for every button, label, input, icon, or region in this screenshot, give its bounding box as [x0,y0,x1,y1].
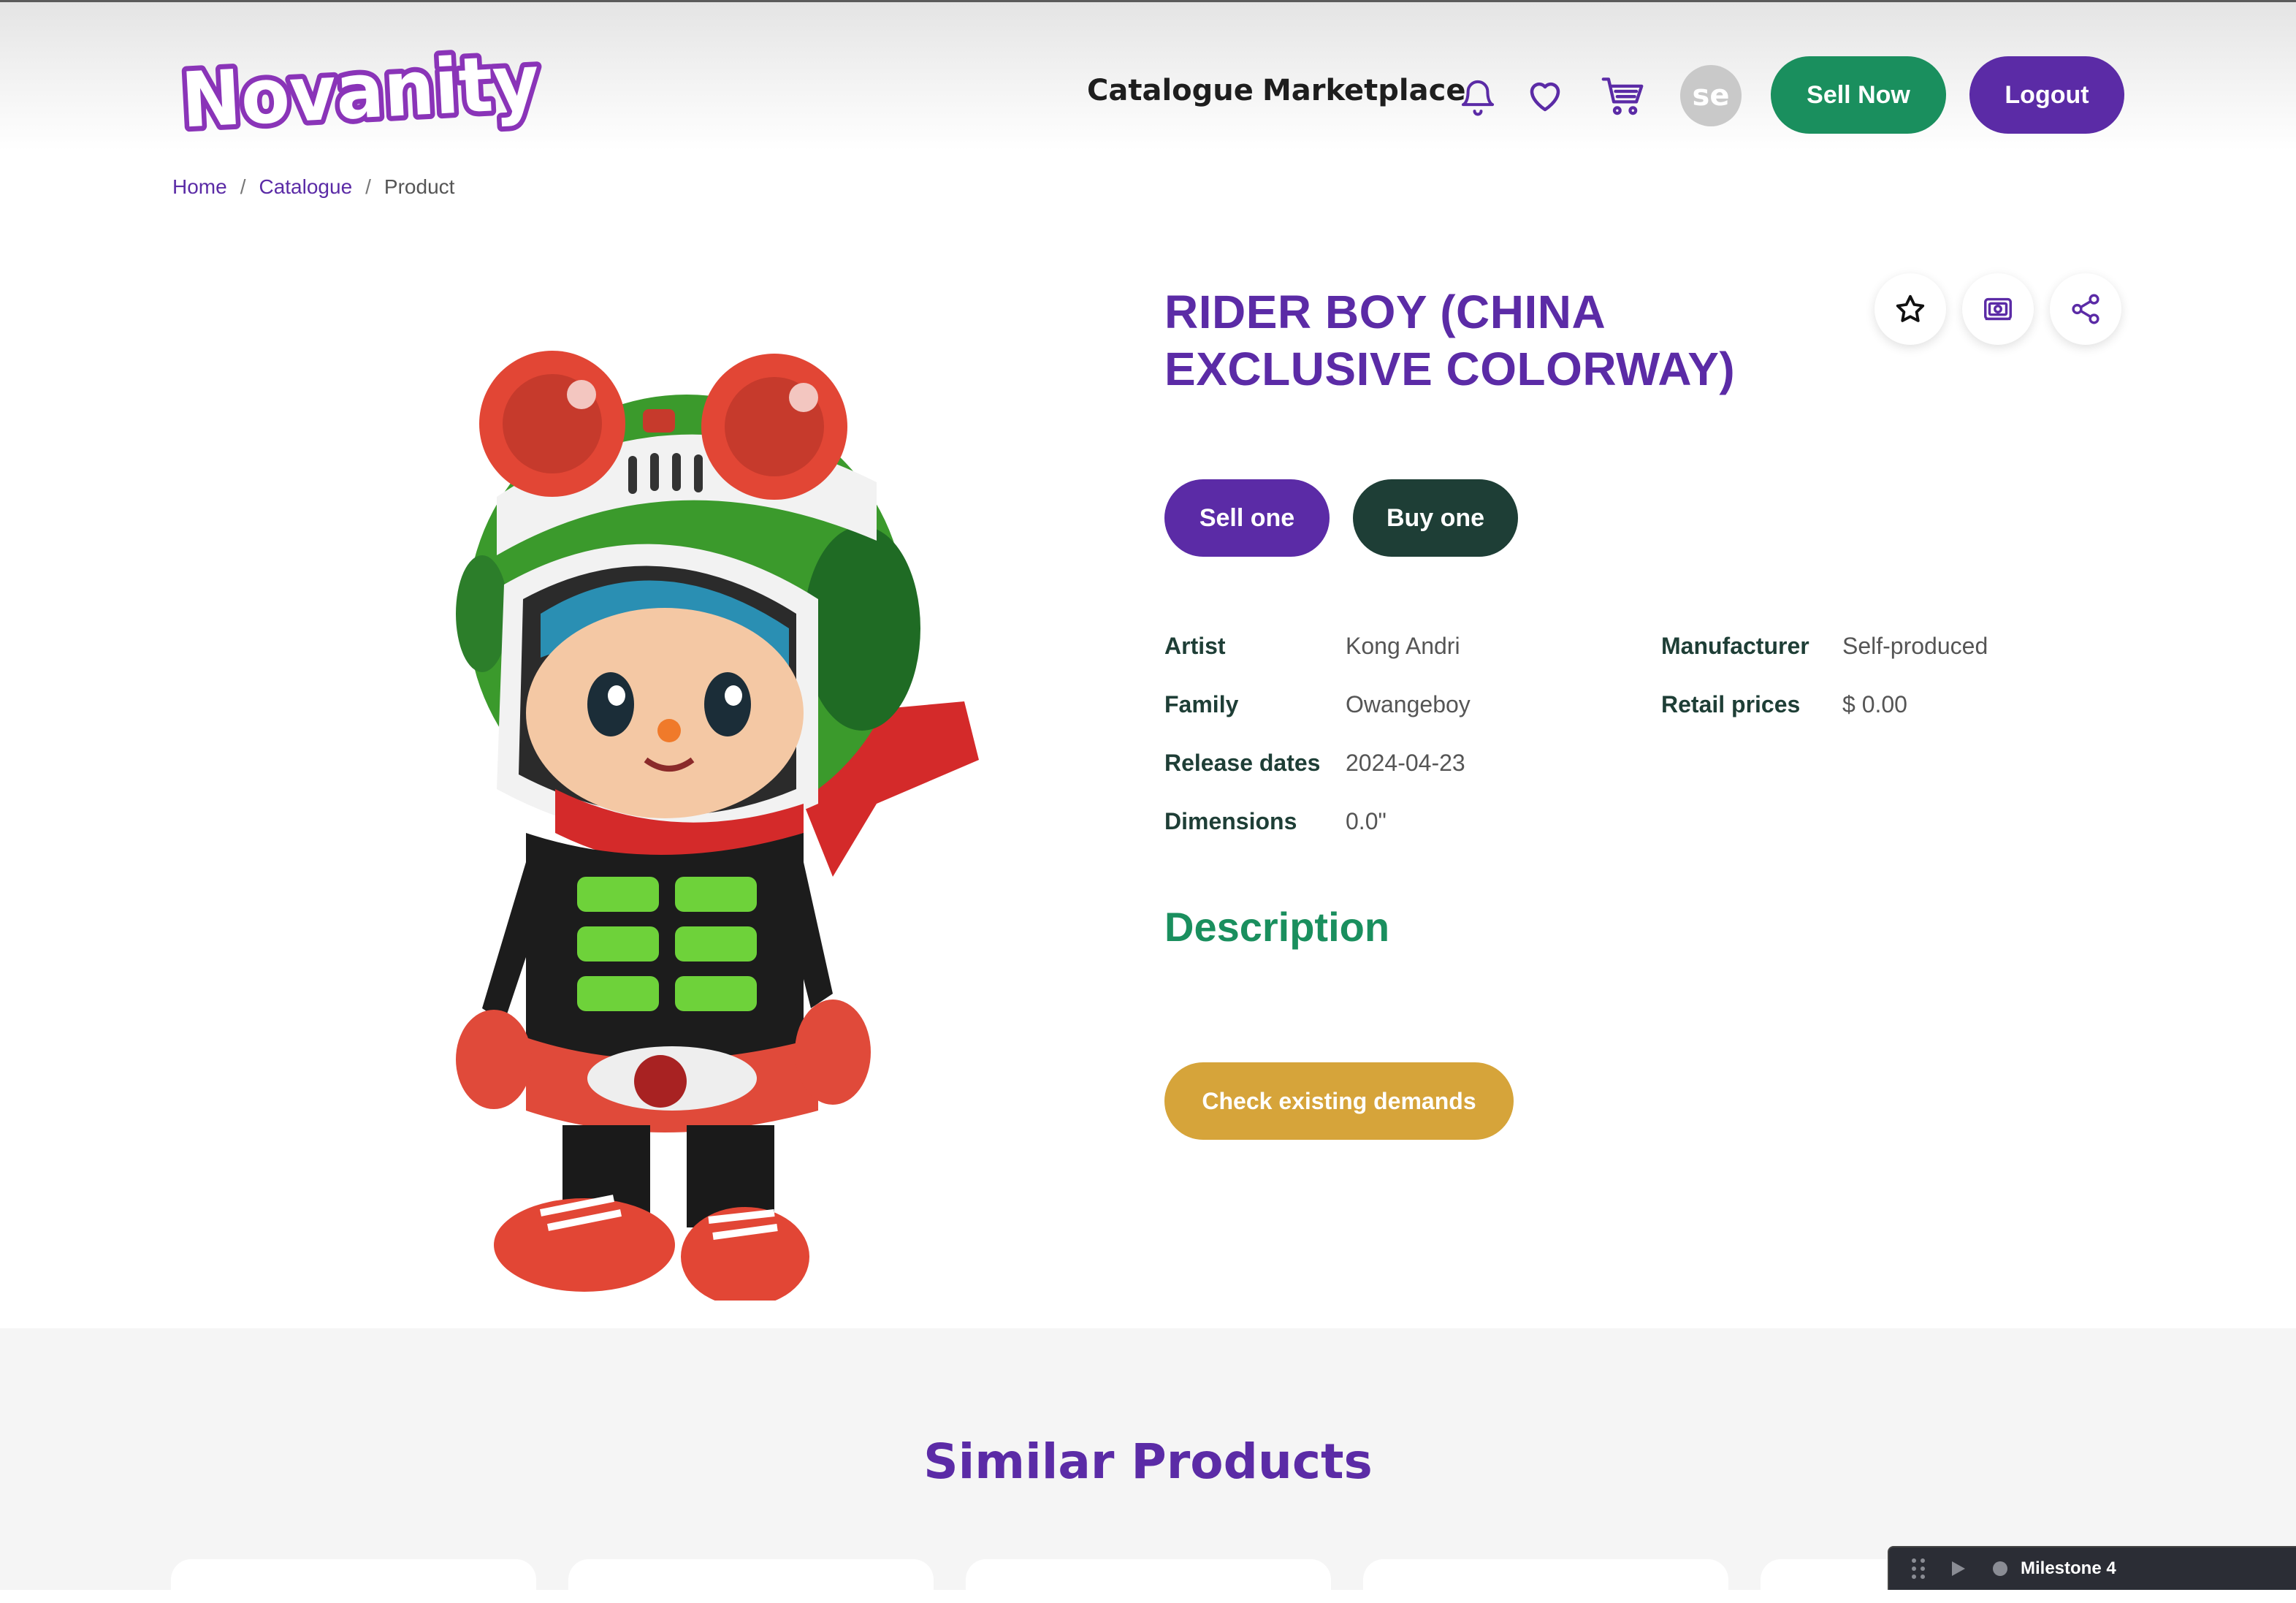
breadcrumb-home[interactable]: Home [172,175,227,198]
collection-icon [1984,297,2012,321]
milestone-toolbar: Milestone 4 [1888,1546,2296,1590]
nav-catalogue[interactable]: Catalogue [1087,74,1254,107]
release-dates-value: 2024-04-23 [1346,750,1465,776]
site-header: Novanity Catalogue Marketplace se Sell N… [0,0,2296,151]
similar-products-title: Similar Products [923,1433,1373,1490]
breadcrumb-separator: / [365,175,371,198]
cart-icon[interactable] [1600,74,1645,118]
artist-value: Kong Andri [1346,633,1460,659]
logo-text: Novanity [179,37,541,137]
milestone-label: Milestone 4 [2021,1558,2116,1578]
share-button[interactable] [2050,273,2121,345]
novanity-logo[interactable]: Novanity [175,31,548,137]
breadcrumb-catalogue[interactable]: Catalogue [259,175,352,198]
favorite-star-button[interactable] [1874,273,1946,345]
sell-one-button[interactable]: Sell one [1164,479,1330,557]
nav-marketplace[interactable]: Marketplace [1262,74,1465,107]
family-label: Family [1164,691,1239,717]
family-value: Owangeboy [1346,691,1471,717]
breadcrumb-current: Product [384,175,455,198]
description-heading: Description [1164,904,1390,950]
retail-prices-label: Retail prices [1661,691,1801,717]
star-icon [1896,294,1925,322]
user-avatar[interactable]: se [1680,65,1742,126]
similar-product-card[interactable] [1363,1559,1728,1603]
dimensions-label: Dimensions [1164,808,1297,834]
product-image [456,351,979,1301]
dimensions-value: 0.0" [1346,808,1387,834]
check-existing-demands-button[interactable]: Check existing demands [1164,1062,1514,1140]
bell-icon[interactable] [1458,75,1498,118]
manufacturer-label: Manufacturer [1661,633,1809,659]
add-to-collection-button[interactable] [1962,273,2034,345]
play-icon[interactable] [1950,1560,1967,1577]
breadcrumb-separator: / [240,175,246,198]
buy-one-button[interactable]: Buy one [1353,479,1518,557]
heart-icon[interactable] [1525,77,1565,116]
product-title: RIDER BOY (CHINA EXCLUSIVE COLORWAY) [1164,286,1736,395]
drag-handle-icon[interactable] [1911,1558,1926,1580]
release-dates-label: Release dates [1164,750,1321,776]
breadcrumb: Home / Catalogue / Product [172,175,454,199]
sell-now-button[interactable]: Sell Now [1771,56,1946,134]
similar-product-card[interactable] [568,1559,934,1603]
manufacturer-value: Self-produced [1842,633,1988,659]
similar-product-card[interactable] [171,1559,536,1603]
share-icon [2072,294,2099,324]
logout-button[interactable]: Logout [1969,56,2124,134]
retail-prices-value: $ 0.00 [1842,691,1907,717]
record-icon[interactable] [1993,1561,2007,1576]
artist-label: Artist [1164,633,1226,659]
similar-product-card[interactable] [966,1559,1331,1603]
